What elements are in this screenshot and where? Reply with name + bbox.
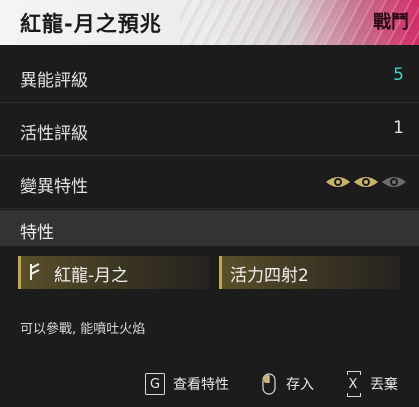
activity-rating-label: 活性評級 (20, 124, 88, 144)
mutation-trait-label: 變異特性 (20, 177, 88, 197)
footer-actions: G 查看特性 存入 X 丟棄 (0, 371, 419, 397)
g-key-icon: G (145, 373, 165, 395)
store-button[interactable]: 存入 (262, 371, 314, 397)
traits-section-title: 特性 (20, 223, 54, 243)
view-traits-button[interactable]: G 查看特性 (145, 371, 229, 397)
activity-rating-row: 活性評級 1 (0, 103, 419, 156)
traits-section-header: 特性 (0, 210, 419, 246)
panel-header: 紅龍-月之預兆 戰鬥 (0, 0, 419, 45)
mouse-icon (262, 373, 276, 395)
rune-icon (30, 263, 40, 280)
mutation-eyes (325, 173, 407, 191)
mutation-trait-row: 變異特性 (0, 156, 419, 209)
discard-label: 丟棄 (370, 377, 398, 393)
unit-description: 可以參戰, 能噴吐火焰 (20, 322, 146, 337)
ability-rating-row: 異能評級 5 (0, 50, 419, 103)
ability-rating-value: 5 (393, 65, 404, 85)
role-tag: 戰鬥 (373, 12, 409, 33)
trait-slot-2[interactable]: 活力四射2 (219, 256, 400, 289)
eye-icon (354, 177, 378, 187)
x-key-icon: X (344, 371, 362, 396)
activity-rating-value: 1 (393, 118, 404, 138)
unit-detail-panel: 紅龍-月之預兆 戰鬥 異能評級 5 活性評級 1 變異特性 特性 紅龍-月之 活… (0, 0, 419, 407)
unit-name: 紅龍-月之預兆 (20, 12, 162, 36)
eye-icon (326, 177, 350, 187)
trait-label: 活力四射2 (230, 266, 309, 286)
eye-icon (382, 177, 406, 187)
view-traits-label: 查看特性 (173, 377, 229, 393)
ability-rating-label: 異能評級 (20, 71, 88, 91)
trait-slot-1[interactable]: 紅龍-月之 (18, 256, 209, 289)
discard-button[interactable]: X 丟棄 (344, 371, 398, 397)
trait-label: 紅龍-月之 (54, 266, 129, 286)
store-label: 存入 (286, 377, 314, 393)
